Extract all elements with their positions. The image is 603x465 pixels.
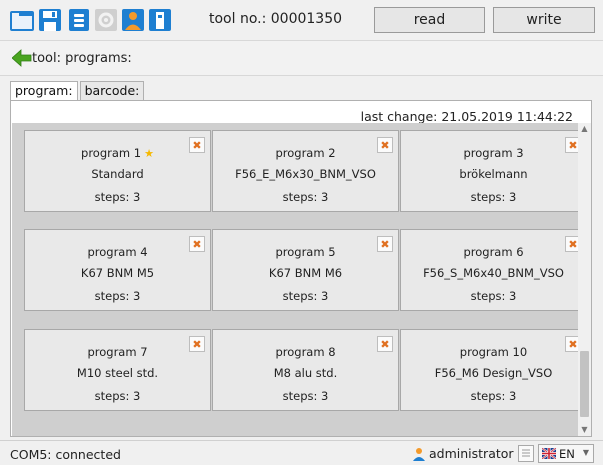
- program-card[interactable]: program 7 M10 steel std. steps: 3 ✖: [24, 329, 211, 411]
- uk-flag-icon: [542, 448, 556, 459]
- program-steps: steps: 3: [470, 289, 517, 303]
- program-name: program 1: [81, 146, 142, 160]
- program-description: F56_M6 Design_VSO: [434, 366, 553, 380]
- star-icon: ★: [144, 147, 154, 160]
- program-card[interactable]: program 3 brökelmann steps: 3 ✖: [400, 130, 581, 212]
- program-steps: steps: 3: [94, 190, 141, 204]
- language-code: EN: [559, 446, 575, 461]
- program-steps: steps: 3: [282, 389, 329, 403]
- delete-icon[interactable]: ✖: [189, 336, 205, 352]
- program-name: program 7: [87, 345, 148, 359]
- program-steps: steps: 3: [282, 190, 329, 204]
- settings-icon[interactable]: [94, 8, 118, 32]
- folder-icon[interactable]: [10, 8, 34, 32]
- tab-barcode[interactable]: barcode:: [79, 81, 145, 101]
- program-description: Standard: [91, 167, 144, 181]
- program-name: program 2: [275, 146, 336, 160]
- last-change-timestamp: last change: 21.05.2019 11:44:22: [360, 109, 573, 124]
- delete-icon[interactable]: ✖: [377, 137, 393, 153]
- program-steps: steps: 3: [94, 389, 141, 403]
- program-name-line: program 1 ★: [25, 146, 210, 160]
- program-card[interactable]: program 2 F56_E_M6x30_BNM_VSO steps: 3 ✖: [212, 130, 399, 212]
- read-button[interactable]: read: [374, 7, 485, 33]
- program-name: program 4: [87, 245, 148, 259]
- program-name: program 8: [275, 345, 336, 359]
- program-description: F56_E_M6x30_BNM_VSO: [235, 167, 376, 181]
- user-icon[interactable]: [121, 8, 145, 32]
- program-card[interactable]: program 5 K67 BNM M6 steps: 3 ✖: [212, 229, 399, 311]
- write-button[interactable]: write: [493, 7, 595, 33]
- program-card[interactable]: program 4 K67 BNM M5 steps: 3 ✖: [24, 229, 211, 311]
- scroll-down-icon[interactable]: ▼: [578, 424, 591, 436]
- user-icon: [413, 447, 425, 461]
- programs-panel: last change: 21.05.2019 11:44:22 program…: [10, 100, 592, 437]
- connection-status: COM5: connected: [10, 447, 121, 462]
- program-name: program 10: [459, 345, 528, 359]
- green-back-arrow-icon[interactable]: [11, 49, 32, 67]
- delete-icon[interactable]: ✖: [189, 137, 205, 153]
- language-select[interactable]: EN ▼: [538, 444, 594, 463]
- chevron-down-icon: ▼: [582, 448, 589, 457]
- scroll-up-icon[interactable]: ▲: [578, 123, 591, 135]
- delete-icon[interactable]: ✖: [377, 336, 393, 352]
- program-steps: steps: 3: [470, 389, 517, 403]
- current-user: administrator: [412, 446, 514, 461]
- program-steps: steps: 3: [282, 289, 329, 303]
- program-name: program 3: [463, 146, 524, 160]
- status-bar: COM5: connected administrator EN ▼: [0, 440, 603, 465]
- program-name: program 6: [463, 245, 524, 259]
- toolbar: tool no.: 00001350 read write: [0, 0, 603, 40]
- tool-number: tool no.: 00001350: [209, 11, 343, 27]
- program-description: brökelmann: [459, 167, 528, 181]
- program-steps: steps: 3: [94, 289, 141, 303]
- vertical-scrollbar[interactable]: ▲ ▼: [578, 123, 591, 436]
- program-description: M10 steel std.: [76, 366, 159, 380]
- program-steps: steps: 3: [470, 190, 517, 204]
- program-description: F56_S_M6x40_BNM_VSO: [423, 266, 564, 280]
- program-name: program 5: [275, 245, 336, 259]
- tab-bar: program: barcode:: [10, 81, 146, 101]
- usb-device-icon[interactable]: [148, 8, 172, 32]
- program-card[interactable]: program 6 F56_S_M6x40_BNM_VSO steps: 3 ✖: [400, 229, 581, 311]
- delete-icon[interactable]: ✖: [377, 236, 393, 252]
- save-icon[interactable]: [38, 8, 62, 32]
- user-name: administrator: [429, 446, 514, 461]
- program-description: M8 alu std.: [273, 366, 338, 380]
- program-card[interactable]: program 1 ★ Standard steps: 3 ✖: [24, 130, 211, 212]
- notes-icon[interactable]: [518, 445, 534, 462]
- database-icon[interactable]: [67, 8, 91, 32]
- page-title: tool: programs:: [32, 51, 132, 66]
- program-grid: program 1 ★ Standard steps: 3 ✖ program 2…: [12, 123, 581, 436]
- program-card[interactable]: program 8 M8 alu std. steps: 3 ✖: [212, 329, 399, 411]
- delete-icon[interactable]: ✖: [189, 236, 205, 252]
- tab-program[interactable]: program:: [10, 81, 78, 101]
- scroll-thumb[interactable]: [580, 351, 589, 417]
- program-card[interactable]: program 10 F56_M6 Design_VSO steps: 3 ✖: [400, 329, 581, 411]
- program-description: K67 BNM M5: [80, 266, 155, 280]
- program-description: K67 BNM M6: [268, 266, 343, 280]
- breadcrumb: tool: programs:: [0, 40, 603, 76]
